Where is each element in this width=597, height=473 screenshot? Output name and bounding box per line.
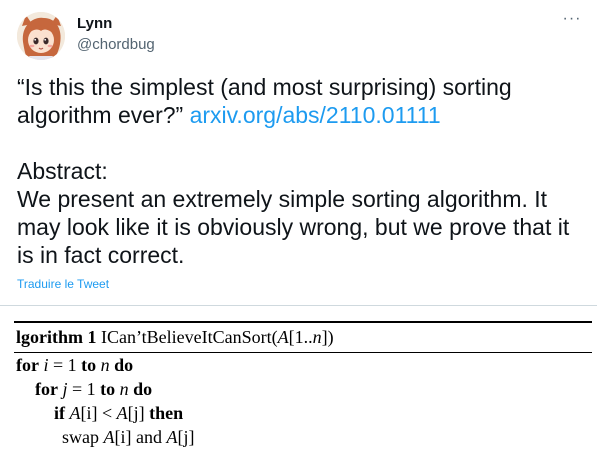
var-n: n: [119, 379, 129, 399]
var-a: A: [69, 403, 81, 423]
arxiv-link[interactable]: arxiv.org/abs/2110.01111: [190, 102, 441, 128]
keyword-to: to: [100, 379, 116, 399]
avatar-illustration: [17, 12, 65, 60]
var-a: A: [166, 427, 178, 447]
algorithm-line-3: if A[i] < A[j] then: [14, 401, 592, 425]
var-a: A: [103, 427, 115, 447]
author-handle[interactable]: @chordbug: [77, 35, 155, 55]
algorithm-arg-var: A: [277, 327, 289, 347]
algorithm-line-2: for j = 1 to n do: [14, 377, 592, 401]
algorithm-header: lgorithm 1 ICan’tBelieveItCanSort(A[1..n…: [14, 323, 592, 352]
tweet-media-image[interactable]: lgorithm 1 ICan’tBelieveItCanSort(A[1..n…: [0, 305, 597, 473]
algorithm-arg-n: n: [312, 327, 322, 347]
keyword-for: for: [35, 379, 58, 399]
more-options-icon[interactable]: ···: [560, 11, 584, 32]
equals-one: = 1: [67, 379, 101, 399]
algorithm-line-4: swap A[i] and A[j]: [14, 425, 592, 449]
equals-one: = 1: [48, 355, 82, 375]
index-i: [i]: [80, 403, 98, 423]
keyword-for: for: [16, 355, 39, 375]
tweet: Lynn @chordbug ··· “Is this the simplest…: [0, 0, 597, 473]
tweet-text: “Is this the simplest (and most surprisi…: [17, 73, 582, 269]
swap-text: swap: [62, 427, 99, 447]
keyword-then: then: [149, 403, 184, 423]
abstract-heading: Abstract:: [17, 158, 108, 184]
index-i: [i]: [114, 427, 132, 447]
keyword-do: do: [114, 355, 134, 375]
author-name[interactable]: Lynn: [77, 14, 112, 34]
abstract-text: We present an extremely simple sorting a…: [17, 186, 570, 268]
algorithm-label: lgorithm 1: [16, 327, 97, 347]
keyword-to: to: [81, 355, 97, 375]
and-text: and: [131, 427, 167, 447]
var-a: A: [116, 403, 128, 423]
keyword-do: do: [133, 379, 153, 399]
algorithm-name: ICan’tBelieveItCanSort: [101, 327, 272, 347]
algorithm-arg-close: ]): [321, 327, 334, 347]
keyword-if: if: [54, 403, 65, 423]
tweet-quote-paragraph: “Is this the simplest (and most surprisi…: [17, 73, 582, 129]
index-j: [j]: [127, 403, 145, 423]
less-than: <: [97, 403, 117, 423]
index-j: [j]: [177, 427, 195, 447]
algorithm-line-1: for i = 1 to n do: [14, 353, 592, 377]
algorithm-box: lgorithm 1 ICan’tBelieveItCanSort(A[1..n…: [14, 321, 592, 449]
algorithm-arg-range: [1..: [288, 327, 313, 347]
anime-girl-avatar-icon[interactable]: [17, 12, 65, 60]
var-n: n: [100, 355, 110, 375]
translate-tweet-link[interactable]: Traduire le Tweet: [17, 276, 109, 292]
